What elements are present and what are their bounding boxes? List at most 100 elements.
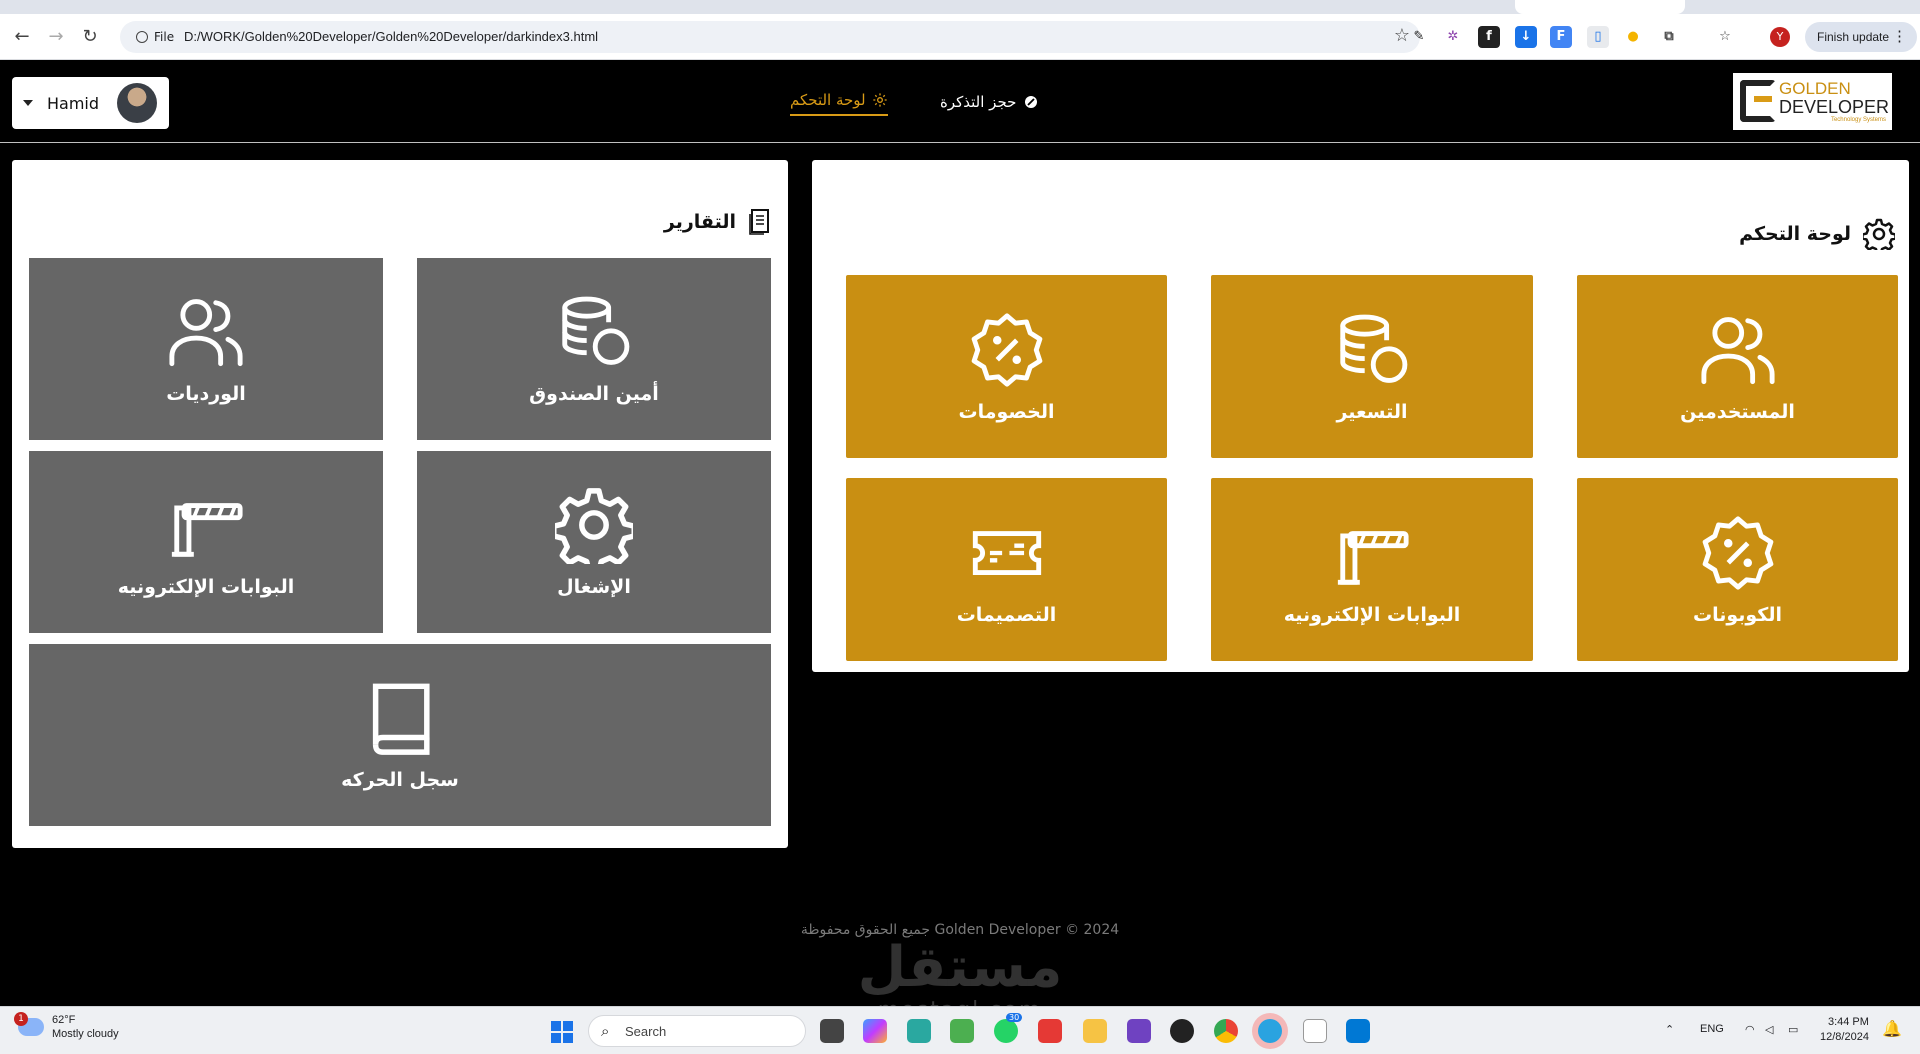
report-tile-label: سجل الحركه	[341, 769, 459, 791]
dash-tile-label: البوابات الإلكترونيه	[1283, 603, 1461, 626]
document-extension-icon[interactable]: ▯	[1587, 26, 1609, 48]
watermark-logo: مستقل	[857, 935, 1063, 1000]
taskbar-search[interactable]: ⌕ Search	[588, 1015, 806, 1047]
coins-icon	[562, 296, 630, 365]
notepad-icon[interactable]	[1303, 1019, 1327, 1043]
nav-booking-label: حجز التذكرة	[940, 93, 1017, 111]
dash-tile-gates[interactable]: البوابات الإلكترونيه	[1211, 478, 1533, 661]
browser-tab-strip	[0, 0, 1920, 14]
back-arrow-icon[interactable]: ←	[10, 25, 34, 49]
telegram-icon[interactable]	[1258, 1019, 1282, 1043]
forward-arrow-icon[interactable]: →	[44, 25, 68, 49]
ticket-icon	[972, 530, 1041, 575]
brand-line2: DEVELOPER	[1779, 97, 1890, 117]
windows-taskbar: 1 62°F Mostly cloudy ⌕ Search 30 ⌃ ENG ◠…	[0, 1006, 1920, 1054]
file-explorer-icon[interactable]	[1083, 1019, 1107, 1043]
dashboard-title: لوحة التحكم	[1739, 218, 1895, 250]
report-tile-gates[interactable]: البوابات الإلكترونيه	[29, 451, 383, 633]
dash-tile-label: الخصومات	[958, 400, 1055, 423]
notification-bell-icon[interactable]: 🔔	[1882, 1019, 1902, 1039]
weather-widget[interactable]: 1 62°F Mostly cloudy	[14, 1012, 119, 1041]
app-d-icon[interactable]	[1127, 1019, 1151, 1043]
nav-dashboard-link[interactable]: لوحة التحكم	[790, 88, 888, 116]
wifi-icon[interactable]: ◠	[1745, 1023, 1755, 1036]
dash-tile-coupons[interactable]: الكوبونات	[1577, 478, 1898, 661]
profile-avatar[interactable]: Y	[1770, 27, 1790, 47]
dash-tile-designs[interactable]: التصميمات	[846, 478, 1167, 661]
reading-list-icon[interactable]: ☆	[1714, 26, 1736, 48]
form-extension-icon[interactable]: F	[1550, 26, 1572, 48]
weather-badge: 1	[14, 1012, 28, 1026]
url-text[interactable]: D:/WORK/Golden%20Developer/Golden%20Deve…	[184, 27, 598, 47]
eyedropper-extension-icon[interactable]: ✎	[1408, 26, 1430, 48]
puzzle-flower-extension-icon[interactable]: ✲	[1442, 26, 1464, 48]
brand-line3: Technology Systems	[1830, 117, 1886, 123]
reload-icon[interactable]: ↻	[78, 25, 102, 49]
download-extension-icon[interactable]: ↓	[1515, 26, 1537, 48]
clock-time: 3:44 PM	[1827, 1016, 1869, 1028]
report-tile-occupancy[interactable]: الإشغال	[417, 451, 771, 633]
address-bar[interactable]: File D:/WORK/Golden%20Developer/Golden%2…	[120, 21, 1420, 53]
windows-start-icon[interactable]	[551, 1021, 573, 1043]
search-label: Search	[625, 1024, 667, 1039]
barrier-gate-icon	[1337, 530, 1409, 585]
discount-badge-icon	[971, 312, 1042, 387]
gear-icon	[555, 488, 633, 564]
office-icon[interactable]	[1038, 1019, 1062, 1043]
color-dots-extension-icon[interactable]: ●	[1622, 26, 1644, 48]
barrier-gate-icon	[171, 503, 243, 557]
document-icon	[749, 209, 769, 235]
reports-title-text: التقارير	[663, 211, 736, 233]
dash-tile-label: التصميمات	[956, 603, 1057, 626]
system-clock[interactable]: 3:44 PM 12/8/2024	[1820, 1015, 1869, 1045]
whatsapp-badge: 30	[1006, 1013, 1023, 1022]
dash-tile-label: الكوبونات	[1692, 603, 1783, 626]
clock-date: 12/8/2024	[1820, 1031, 1869, 1043]
user-menu[interactable]: Hamid	[12, 77, 169, 129]
users-icon	[1700, 316, 1775, 384]
report-tile-shifts[interactable]: الورديات	[29, 258, 383, 440]
reports-title: التقارير	[664, 208, 772, 236]
media-player-icon[interactable]	[1170, 1019, 1194, 1043]
copilot-icon[interactable]	[863, 1019, 887, 1043]
coins-icon	[1340, 314, 1408, 383]
reports-panel: التقارير أمين الصندوق الورديات الإشغال ا…	[12, 160, 788, 848]
chrome-icon[interactable]	[1214, 1019, 1238, 1043]
cloud-icon: 1	[14, 1012, 44, 1036]
extensions-puzzle-icon[interactable]: ⧉	[1658, 26, 1680, 48]
font-extension-icon[interactable]: f	[1478, 26, 1500, 48]
browser-active-tab[interactable]	[1515, 0, 1685, 14]
brand-logo[interactable]: GOLDEN DEVELOPER Technology Systems	[1733, 73, 1892, 130]
dashboard-title-text: لوحة التحكم	[1739, 223, 1851, 245]
gear-icon	[1863, 218, 1895, 250]
chevron-up-icon[interactable]: ⌃	[1665, 1023, 1674, 1036]
report-tile-label: الإشغال	[557, 576, 631, 598]
brand-line1: GOLDEN	[1779, 79, 1851, 98]
gear-icon	[872, 93, 887, 107]
finish-update-button[interactable]: Finish update	[1805, 22, 1918, 52]
language-indicator[interactable]: ENG	[1700, 1023, 1724, 1035]
weather-desc: Mostly cloudy	[52, 1028, 119, 1040]
dash-tile-pricing[interactable]: التسعير	[1211, 275, 1533, 458]
vscode-icon[interactable]	[1346, 1019, 1370, 1043]
report-tile-cashier[interactable]: أمين الصندوق	[417, 258, 771, 440]
search-icon: ⌕	[601, 1022, 610, 1040]
photos-icon[interactable]	[950, 1019, 974, 1043]
brand-g-mark	[1740, 80, 1776, 122]
whatsapp-icon[interactable]: 30	[994, 1013, 1023, 1043]
discount-badge-icon	[1702, 515, 1773, 590]
snipping-tool-icon[interactable]	[907, 1019, 931, 1043]
file-chip[interactable]: File	[130, 27, 182, 47]
caret-down-icon	[23, 100, 33, 106]
speaker-icon[interactable]: ◁	[1765, 1023, 1773, 1036]
ticket-rocket-icon	[1025, 96, 1038, 108]
task-view-icon[interactable]	[820, 1019, 844, 1043]
dash-tile-label: التسعير	[1336, 400, 1408, 423]
user-name: Hamid	[47, 93, 100, 113]
nav-booking-link[interactable]: حجز التذكرة	[940, 88, 1040, 116]
report-tile-activity-log[interactable]: سجل الحركه	[29, 644, 771, 826]
avatar	[117, 83, 157, 123]
dash-tile-users[interactable]: المستخدمين	[1577, 275, 1898, 458]
battery-icon[interactable]: ▭	[1788, 1023, 1798, 1036]
dash-tile-discounts[interactable]: الخصومات	[846, 275, 1167, 458]
